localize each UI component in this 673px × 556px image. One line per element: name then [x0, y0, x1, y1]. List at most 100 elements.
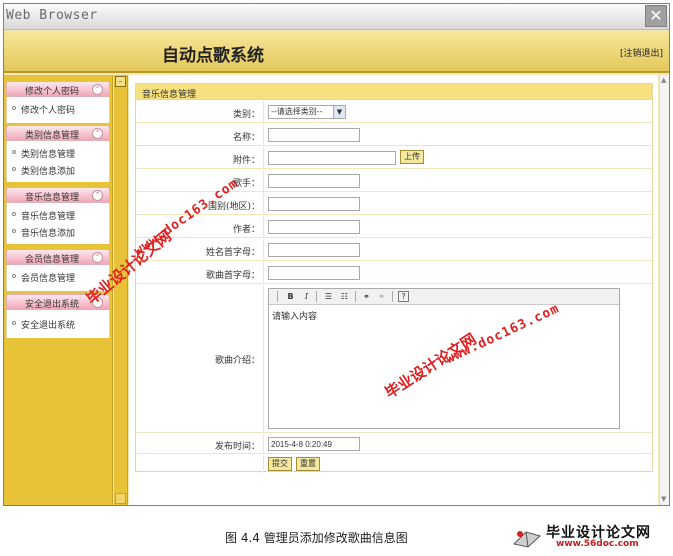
region-label: 国别(地区)：: [207, 202, 260, 212]
menu-header-label: 修改个人密码: [25, 87, 80, 97]
publish-time-input[interactable]: [268, 437, 360, 451]
unordered-list-icon[interactable]: ☷: [339, 291, 350, 302]
form-header: 音乐信息管理: [136, 84, 652, 100]
logo-url: www.56doc.com: [556, 539, 639, 549]
sidebar-item-music-add[interactable]: 音乐信息添加: [7, 223, 109, 240]
sidebar-item-label: 音乐信息添加: [21, 229, 76, 239]
menu-header-label: 安全退出系统: [25, 300, 80, 310]
name-label: 名称：: [232, 133, 260, 143]
music-form: 音乐信息管理 类别： --请选择类别-- ▼ 名称： 附件： 上传 歌手： 国别…: [135, 83, 653, 473]
logout-link[interactable]: [注销退出]: [620, 46, 663, 59]
sidebar-item-label: 类别信息添加: [21, 167, 76, 177]
sidebar: 修改个人密码 ⌃ 修改个人密码 类别信息管理 ⌃ 类别信息管理 类别信息添加 音…: [4, 75, 113, 505]
sidebar-item-label: 安全退出系统: [21, 321, 76, 331]
menu-group-logout: 安全退出系统 ⌃ 安全退出系统: [6, 294, 110, 338]
scroll-down-icon[interactable]: ▼: [661, 495, 666, 503]
bullet-icon: [12, 229, 16, 233]
menu-group-password: 修改个人密码 ⌃ 修改个人密码: [6, 81, 110, 123]
close-button[interactable]: ✕: [645, 5, 667, 27]
bullet-icon: [12, 106, 16, 110]
app-header: 自动点歌系统 [注销退出]: [4, 31, 669, 73]
bullet-icon: [12, 274, 16, 278]
sidebar-item-category-manage[interactable]: 类别信息管理: [7, 144, 109, 161]
row-actions: 提交 重置: [136, 455, 652, 473]
row-name-initial: 姓名首字母：: [136, 239, 652, 261]
figure-caption: 图 4.4 管理员添加修改歌曲信息图: [225, 531, 408, 545]
editor-body[interactable]: 请输入内容: [272, 309, 317, 322]
vertical-scrollbar[interactable]: ▲ ▼: [659, 75, 669, 505]
row-region: 国别(地区)：: [136, 193, 652, 215]
menu-group-category: 类别信息管理 ⌃ 类别信息管理 类别信息添加: [6, 125, 110, 182]
sidebar-item-label: 类别信息管理: [21, 150, 76, 160]
collapse-icon[interactable]: ⌃: [92, 128, 103, 139]
publish-time-label: 发布时间：: [214, 442, 260, 452]
form-title: 音乐信息管理: [142, 90, 197, 100]
row-singer: 歌手：: [136, 170, 652, 192]
song-initial-input[interactable]: [268, 266, 360, 280]
attachment-input[interactable]: [268, 151, 396, 165]
reset-button[interactable]: 重置: [296, 457, 320, 471]
book-logo-icon: [512, 531, 541, 548]
menu-group-music: 音乐信息管理 ⌃ 音乐信息管理 音乐信息添加: [6, 187, 110, 244]
title-bar: Web Browser ✕: [4, 4, 669, 30]
row-category: 类别： --请选择类别-- ▼: [136, 101, 652, 123]
chevron-down-icon: ▼: [333, 106, 345, 118]
singer-input[interactable]: [268, 174, 360, 188]
row-attachment: 附件： 上传: [136, 147, 652, 169]
row-intro: 歌曲介绍： B I ☰ ☷ ⚭ ⚭ ? 请输入内容: [136, 285, 652, 433]
help-button[interactable]: ?: [398, 291, 409, 302]
menu-header-music[interactable]: 音乐信息管理 ⌃: [6, 187, 110, 203]
sidebar-item-music-manage[interactable]: 音乐信息管理: [7, 206, 109, 223]
menu-header-label: 类别信息管理: [25, 131, 80, 141]
menu-header-label: 会员信息管理: [25, 255, 80, 265]
intro-label: 歌曲介绍：: [214, 356, 260, 366]
name-initial-label: 姓名首字母：: [205, 248, 260, 258]
upload-button[interactable]: 上传: [400, 150, 424, 164]
menu-group-member: 会员信息管理 ⌃ 会员信息管理: [6, 249, 110, 291]
scroll-up-icon[interactable]: ▲: [661, 76, 666, 84]
collapse-icon[interactable]: ⌃: [92, 190, 103, 201]
link-icon[interactable]: ⚭: [361, 291, 372, 302]
menu-header-category[interactable]: 类别信息管理 ⌃: [6, 125, 110, 141]
ordered-list-icon[interactable]: ☰: [323, 291, 334, 302]
song-initial-label: 歌曲首字母：: [205, 271, 260, 281]
sidebar-item-member-manage[interactable]: 会员信息管理: [7, 268, 109, 285]
region-input[interactable]: [268, 197, 360, 211]
bold-button[interactable]: B: [285, 291, 296, 302]
sidebar-toggle-button[interactable]: –: [115, 76, 126, 87]
bullet-icon: [12, 321, 16, 325]
main-content: 音乐信息管理 类别： --请选择类别-- ▼ 名称： 附件： 上传 歌手： 国别…: [129, 75, 658, 505]
author-input[interactable]: [268, 220, 360, 234]
row-song-initial: 歌曲首字母：: [136, 262, 652, 284]
sidebar-item-category-add[interactable]: 类别信息添加: [7, 161, 109, 178]
row-name: 名称：: [136, 124, 652, 146]
name-input[interactable]: [268, 128, 360, 142]
collapse-icon[interactable]: ⌃: [92, 84, 103, 95]
category-select[interactable]: --请选择类别-- ▼: [268, 105, 346, 119]
name-initial-input[interactable]: [268, 243, 360, 257]
app-title: 自动点歌系统: [162, 46, 264, 66]
menu-header-password[interactable]: 修改个人密码 ⌃: [6, 81, 110, 97]
sidebar-item-label: 音乐信息管理: [21, 212, 76, 222]
collapse-icon[interactable]: ⌃: [92, 297, 103, 308]
author-label: 作者：: [232, 225, 260, 235]
attachment-label: 附件：: [232, 156, 260, 166]
menu-header-member[interactable]: 会员信息管理 ⌃: [6, 249, 110, 265]
rich-text-editor[interactable]: B I ☰ ☷ ⚭ ⚭ ? 请输入内容: [268, 288, 620, 429]
collapse-icon[interactable]: ⌃: [92, 252, 103, 263]
submit-button[interactable]: 提交: [268, 457, 292, 471]
unlink-icon[interactable]: ⚭: [376, 291, 387, 302]
category-select-value: --请选择类别--: [271, 107, 323, 116]
site-logo: 毕业设计论文网 www.56doc.com: [510, 522, 666, 552]
sidebar-item-change-password[interactable]: 修改个人密码: [7, 100, 109, 117]
sidebar-resize-handle[interactable]: [115, 493, 126, 504]
singer-label: 歌手：: [232, 179, 260, 189]
sidebar-item-safe-logout[interactable]: 安全退出系统: [7, 315, 109, 332]
editor-toolbar: B I ☰ ☷ ⚭ ⚭ ?: [269, 289, 619, 305]
row-publish-time: 发布时间：: [136, 434, 652, 454]
menu-header-logout[interactable]: 安全退出系统 ⌃: [6, 294, 110, 310]
bullet-icon: [12, 150, 16, 154]
italic-button[interactable]: I: [301, 291, 312, 302]
sidebar-item-label: 会员信息管理: [21, 274, 76, 284]
row-author: 作者：: [136, 216, 652, 238]
